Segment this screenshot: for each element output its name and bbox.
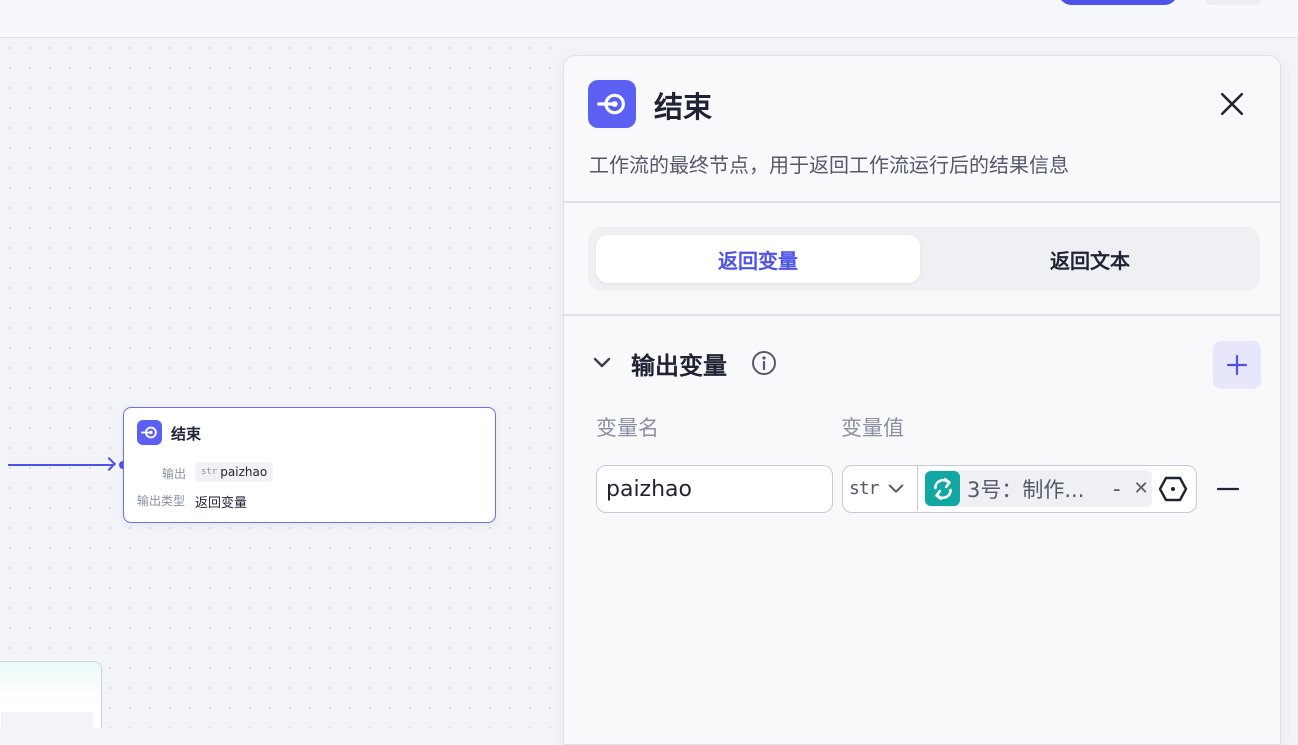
node-output-type-value: 返回变量 (195, 496, 248, 511)
variable-picker-icon[interactable] (1158, 474, 1188, 504)
close-button[interactable] (1216, 88, 1248, 120)
variable-value-field: str 3号：制作... - ✕ (842, 465, 1197, 513)
edge-arrow-icon (101, 456, 117, 472)
add-variable-button[interactable] (1213, 341, 1261, 389)
tab-return-text[interactable]: 返回文本 (928, 235, 1252, 283)
type-label: str (849, 478, 879, 499)
publish-button[interactable] (1058, 0, 1178, 5)
column-header-value: 变量值 (841, 416, 904, 440)
loop-icon (925, 471, 960, 506)
return-mode-switch: 返回变量 返回文本 (588, 227, 1260, 291)
partial-node-card[interactable] (0, 661, 102, 728)
type-tag: str (201, 467, 218, 477)
node-output-label: 输出 (162, 467, 187, 481)
chevron-down-icon (888, 483, 903, 493)
reference-text: 3号：制作... (967, 477, 1085, 502)
end-node-card[interactable]: 结束 输出 str paizhao 输出类型 返回变量 (123, 407, 496, 523)
panel-header: 结束 工作流的最终节点，用于返回工作流运行后的结果信息 (564, 56, 1280, 202)
node-config-panel: 结束 工作流的最终节点，用于返回工作流运行后的结果信息 返回变量 返回文本 输出… (563, 55, 1281, 745)
more-button[interactable] (1204, 0, 1262, 5)
chevron-down-icon[interactable] (592, 353, 612, 373)
plus-icon (1226, 354, 1248, 376)
panel-title: 结束 (654, 90, 713, 124)
divider (564, 201, 1280, 203)
info-icon[interactable] (751, 350, 777, 376)
reference-separator: - (1113, 476, 1121, 501)
variable-reference-tag[interactable]: 3号：制作... - ✕ (924, 470, 1152, 507)
node-output-tag: str paizhao (195, 462, 274, 482)
node-title: 结束 (171, 425, 202, 443)
minus-icon (1217, 487, 1239, 491)
clear-reference-icon[interactable]: ✕ (1134, 478, 1149, 499)
divider (564, 314, 1280, 316)
end-node-icon (588, 80, 636, 128)
section-title: 输出变量 (631, 352, 727, 380)
type-select[interactable]: str (843, 466, 918, 511)
node-output-type-label: 输出类型 (137, 494, 186, 508)
close-icon (1220, 92, 1244, 116)
connection-edge (8, 464, 114, 466)
node-output-var: paizhao (220, 465, 268, 479)
variable-name-input[interactable] (596, 465, 833, 513)
workflow-canvas[interactable]: 结束 输出 str paizhao 输出类型 返回变量 (0, 38, 566, 728)
column-header-name: 变量名 (596, 416, 659, 440)
panel-description: 工作流的最终节点，用于返回工作流运行后的结果信息 (589, 153, 1069, 177)
top-toolbar (0, 0, 1298, 38)
tab-return-variable[interactable]: 返回变量 (596, 235, 920, 283)
remove-variable-button[interactable] (1213, 469, 1243, 509)
end-node-icon (137, 420, 162, 445)
partial-node-body (1, 712, 93, 728)
